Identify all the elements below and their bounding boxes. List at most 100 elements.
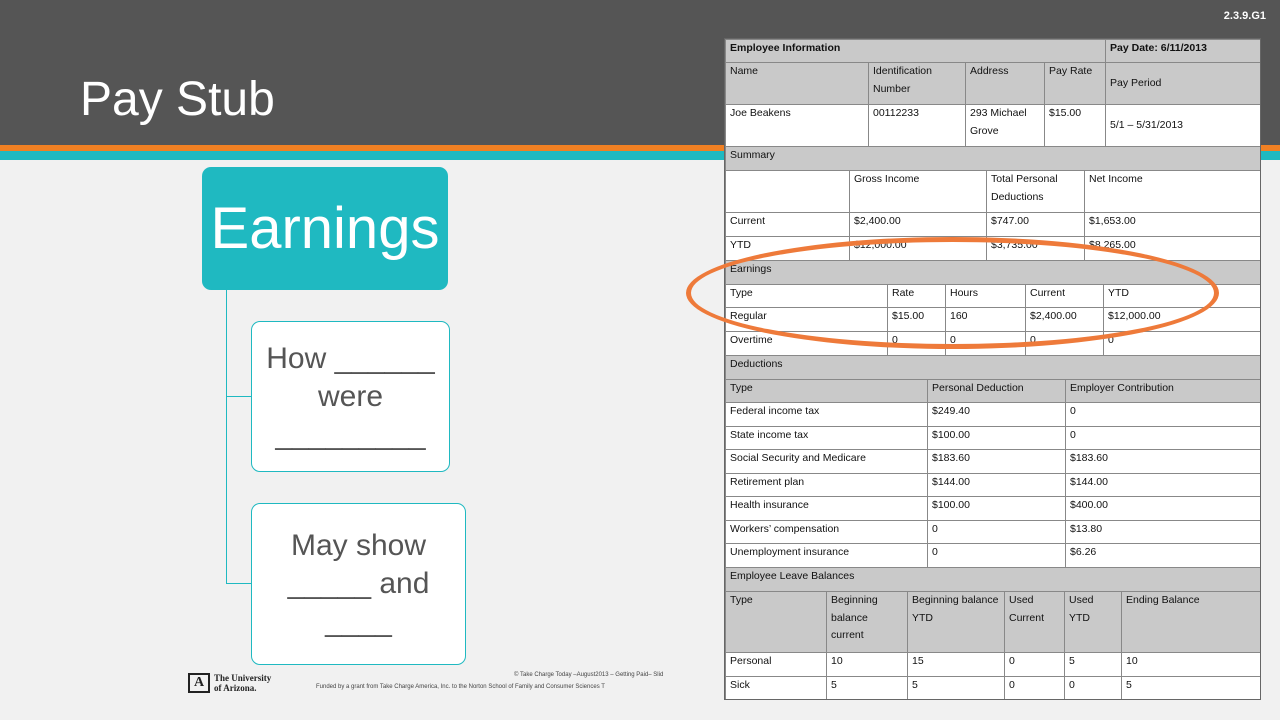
table-cell: $100.00 (927, 496, 1066, 521)
table-cell: 5 (1064, 652, 1122, 677)
diagram-item-how-were: How ______ were _________ (251, 321, 450, 472)
table-cell: $2,400.00 (849, 212, 987, 237)
leave-balances-table: Employee Leave Balances Type Beginning b… (725, 567, 1260, 699)
employee-id: 00112233 (868, 104, 966, 147)
table-cell: $747.00 (986, 212, 1085, 237)
column-header: Type (725, 284, 888, 308)
table-row: Retirement plan $144.00 $144.00 (725, 473, 1260, 497)
table-row: State income tax $100.00 0 (725, 426, 1260, 450)
table-cell: 0 (1102, 331, 1260, 356)
table-cell: Regular (725, 307, 888, 332)
employee-name: Joe Beakens (725, 104, 869, 147)
summary-table: Summary Gross Income Total Personal Dedu… (725, 146, 1260, 261)
employee-pay-period: 5/1 – 5/31/2013 (1105, 104, 1260, 147)
table-cell: 0 (1025, 331, 1104, 356)
column-header: Hours (945, 284, 1026, 308)
table-cell: $12,000.00 (849, 236, 987, 261)
table-cell: $183.60 (927, 449, 1066, 474)
pay-stub: Employee Information Pay Date: 6/11/2013… (724, 38, 1261, 700)
slide-title: Pay Stub (80, 73, 275, 126)
table-row: Social Security and Medicare $183.60 $183.… (725, 449, 1260, 474)
table-cell: 0 (1064, 676, 1122, 699)
table-row: YTD $12,000.00 $3,735.00 $8,265.00 (725, 236, 1260, 261)
table-row: Sick 5 5 0 0 5 (725, 676, 1260, 699)
table-cell: 5 (907, 676, 1005, 699)
connector-branch (226, 396, 251, 397)
column-header: Name (725, 62, 869, 105)
earnings-box: Earnings (202, 167, 448, 290)
table-cell: $6.26 (1064, 543, 1260, 568)
connector-branch (226, 583, 251, 584)
column-header (725, 170, 850, 213)
table-cell: 0 (1064, 402, 1260, 427)
table-cell: 0 (927, 543, 1066, 568)
column-header: Used YTD (1064, 591, 1122, 653)
table-cell: 15 (907, 652, 1005, 677)
pay-date: Pay Date: 6/11/2013 (1105, 39, 1260, 63)
table-cell: Health insurance (725, 496, 928, 521)
table-row: Health insurance $100.00 $400.00 (725, 496, 1260, 521)
column-header: Total Personal Deductions (986, 170, 1085, 213)
column-header: YTD (1102, 284, 1260, 308)
logo-line-2: of Arizona. (214, 683, 257, 693)
table-cell: $12,000.00 (1102, 307, 1260, 332)
column-header: Employer Contribution (1064, 379, 1260, 403)
table-cell: $144.00 (927, 473, 1066, 497)
employee-info-table: Employee Information Pay Date: 6/11/2013… (725, 39, 1260, 147)
table-cell: $2,400.00 (1025, 307, 1104, 332)
table-cell: $1,653.00 (1084, 212, 1260, 237)
column-header: Pay Rate (1043, 62, 1107, 105)
table-cell: Retirement plan (725, 473, 928, 497)
university-logo-icon: A (188, 673, 210, 693)
table-cell: Workers’ compensation (725, 520, 928, 544)
table-cell: $13.80 (1064, 520, 1260, 544)
employee-info-header: Employee Information (725, 39, 1107, 63)
employee-pay-rate: $15.00 (1043, 104, 1107, 147)
table-cell: $400.00 (1064, 496, 1260, 521)
column-header: Type (725, 379, 928, 403)
table-cell: 0 (1064, 426, 1260, 450)
table-cell: Unemployment insurance (725, 543, 928, 568)
table-row: Regular $15.00 160 $2,400.00 $12,000.00 (725, 307, 1260, 332)
table-cell: $144.00 (1064, 473, 1260, 497)
table-row: Current $2,400.00 $747.00 $1,653.00 (725, 212, 1260, 237)
employee-address: 293 Michael Grove (965, 104, 1045, 147)
table-cell: 10 (1120, 652, 1260, 677)
slide-code: 2.3.9.G1 (1223, 10, 1266, 22)
column-header: Beginning balance YTD (907, 591, 1005, 653)
connector-line (226, 290, 227, 583)
table-cell: 5 (1120, 676, 1260, 699)
table-row: Personal 10 15 0 5 10 (725, 652, 1260, 677)
table-cell: Current (725, 212, 850, 237)
column-header: Identification Number (868, 62, 966, 105)
column-header: Ending Balance (1120, 591, 1260, 653)
table-cell: Personal (725, 652, 827, 677)
table-cell: Overtime (725, 331, 888, 356)
earnings-table: Earnings Type Rate Hours Current YTD Reg… (725, 260, 1260, 356)
column-header: Gross Income (849, 170, 987, 213)
table-row: Unemployment insurance 0 $6.26 (725, 543, 1260, 568)
table-cell: YTD (725, 236, 850, 261)
footer-copyright: © Take Charge Today –August2013 – Gettin… (514, 672, 664, 678)
column-header: Current (1025, 284, 1104, 308)
table-cell: 5 (826, 676, 908, 699)
earnings-header: Earnings (725, 260, 1260, 285)
table-cell: $15.00 (887, 307, 946, 332)
table-cell: 160 (945, 307, 1026, 332)
table-cell: $8,265.00 (1084, 236, 1260, 261)
table-cell: Social Security and Medicare (725, 449, 928, 474)
footer-funding: Funded by a grant from Take Charge Ameri… (316, 684, 605, 690)
table-row: Workers’ compensation 0 $13.80 (725, 520, 1260, 544)
logo-line-1: The University (214, 673, 272, 683)
diagram-item-may-show: May show _____ and ____ (251, 503, 466, 665)
column-header: Address (965, 62, 1045, 105)
table-cell: 0 (1004, 676, 1065, 699)
table-row: Overtime 0 0 0 0 (725, 331, 1260, 356)
column-header: Type (725, 591, 827, 653)
table-cell: $183.60 (1064, 449, 1260, 474)
column-header: Rate (887, 284, 946, 308)
table-row: Federal income tax $249.40 0 (725, 402, 1260, 427)
table-cell: $3,735.00 (986, 236, 1085, 261)
column-header: Personal Deduction (927, 379, 1066, 403)
column-header: Pay Period (1105, 62, 1260, 105)
